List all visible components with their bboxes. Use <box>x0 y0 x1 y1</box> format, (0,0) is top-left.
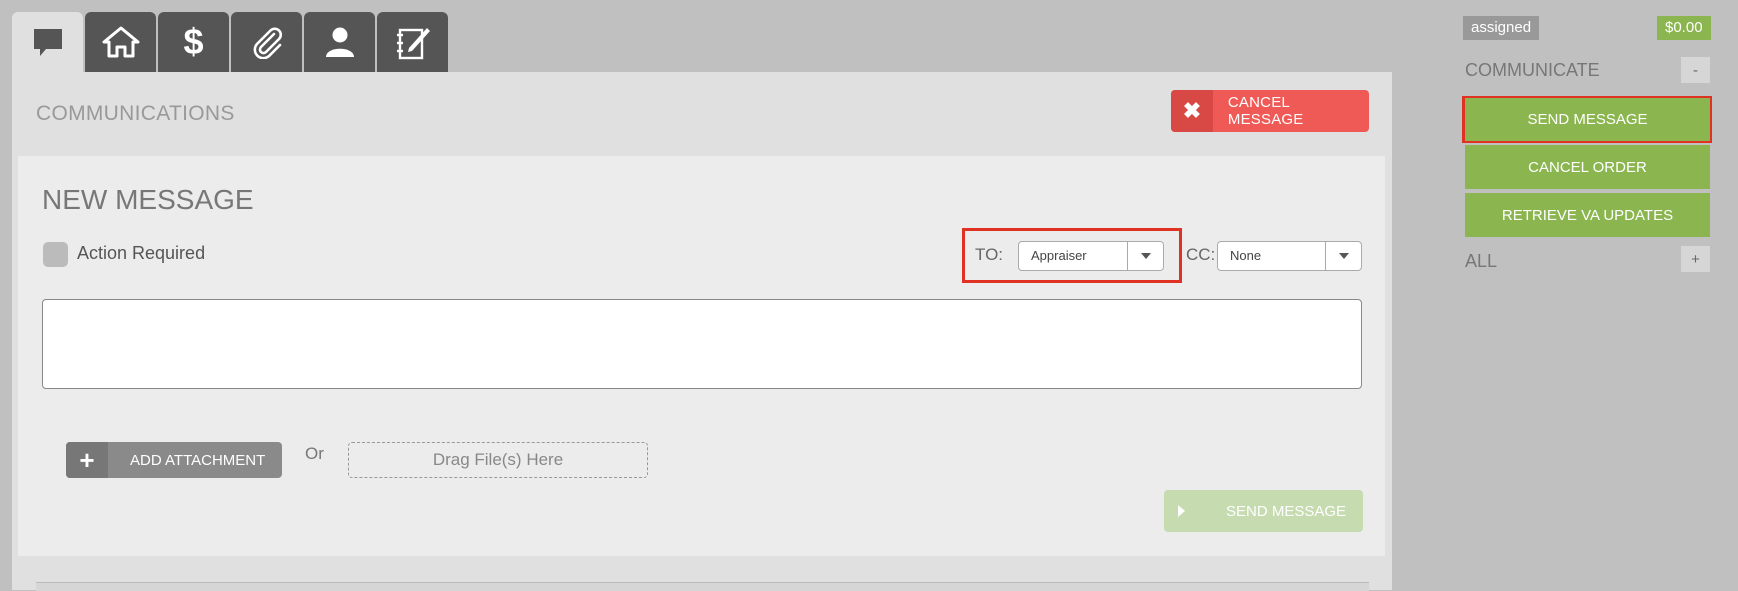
action-required-checkbox[interactable] <box>43 242 68 267</box>
send-message-button[interactable]: SEND MESSAGE <box>1164 490 1363 532</box>
play-icon <box>1178 505 1185 517</box>
status-badge: assigned <box>1463 16 1540 40</box>
file-dropzone[interactable]: Drag File(s) Here <box>348 442 648 478</box>
new-message-title: NEW MESSAGE <box>42 184 254 215</box>
all-expand-toggle[interactable]: + <box>1681 246 1710 272</box>
home-icon <box>102 26 139 58</box>
notebook-pen-icon <box>396 28 430 60</box>
cc-select[interactable]: None <box>1217 241 1362 271</box>
chevron-down-icon <box>1325 242 1361 270</box>
tab-billing[interactable]: $ <box>158 12 229 72</box>
all-heading: ALL <box>1465 251 1498 271</box>
cancel-message-label: CANCEL MESSAGE <box>1227 94 1304 128</box>
sidebar-retrieve-va-updates-button[interactable]: RETRIEVE VA UPDATES <box>1465 193 1710 237</box>
add-attachment-label: ADD ATTACHMENT <box>130 451 266 469</box>
cc-label: CC: <box>1186 245 1216 264</box>
add-attachment-button[interactable]: + ADD ATTACHMENT <box>66 442 282 478</box>
tab-contacts[interactable] <box>304 12 375 72</box>
sidebar-send-message-button[interactable]: SEND MESSAGE <box>1465 98 1710 141</box>
tab-notes[interactable] <box>377 12 448 72</box>
paperclip-icon <box>253 27 282 59</box>
tab-attachments[interactable] <box>231 12 302 72</box>
message-body-input[interactable] <box>42 299 1362 389</box>
plus-icon: + <box>66 442 108 478</box>
cc-select-value: None <box>1230 248 1262 263</box>
action-required-label: Action Required <box>77 243 206 263</box>
user-icon <box>325 27 354 57</box>
communicate-collapse-toggle[interactable]: - <box>1681 57 1710 83</box>
to-select[interactable]: Appraiser <box>1018 241 1164 271</box>
tab-property[interactable] <box>85 12 156 72</box>
send-message-label: SEND MESSAGE <box>1226 503 1347 520</box>
communicate-heading: COMMUNICATE <box>1465 60 1600 80</box>
tab-communications[interactable] <box>12 12 83 72</box>
to-label: TO: <box>975 245 1004 264</box>
to-select-value: Appraiser <box>1031 248 1087 263</box>
chevron-down-icon <box>1127 242 1163 270</box>
dollar-icon: $ <box>183 21 204 62</box>
sidebar-cancel-order-button[interactable]: CANCEL ORDER <box>1465 145 1710 189</box>
chat-bubble-icon <box>33 29 62 56</box>
amount-badge: $0.00 <box>1657 16 1711 40</box>
section-title: COMMUNICATIONS <box>36 102 235 125</box>
or-text: Or <box>305 444 324 463</box>
close-icon: ✖ <box>1171 90 1213 132</box>
cancel-message-button[interactable]: ✖ CANCEL MESSAGE <box>1171 90 1369 132</box>
